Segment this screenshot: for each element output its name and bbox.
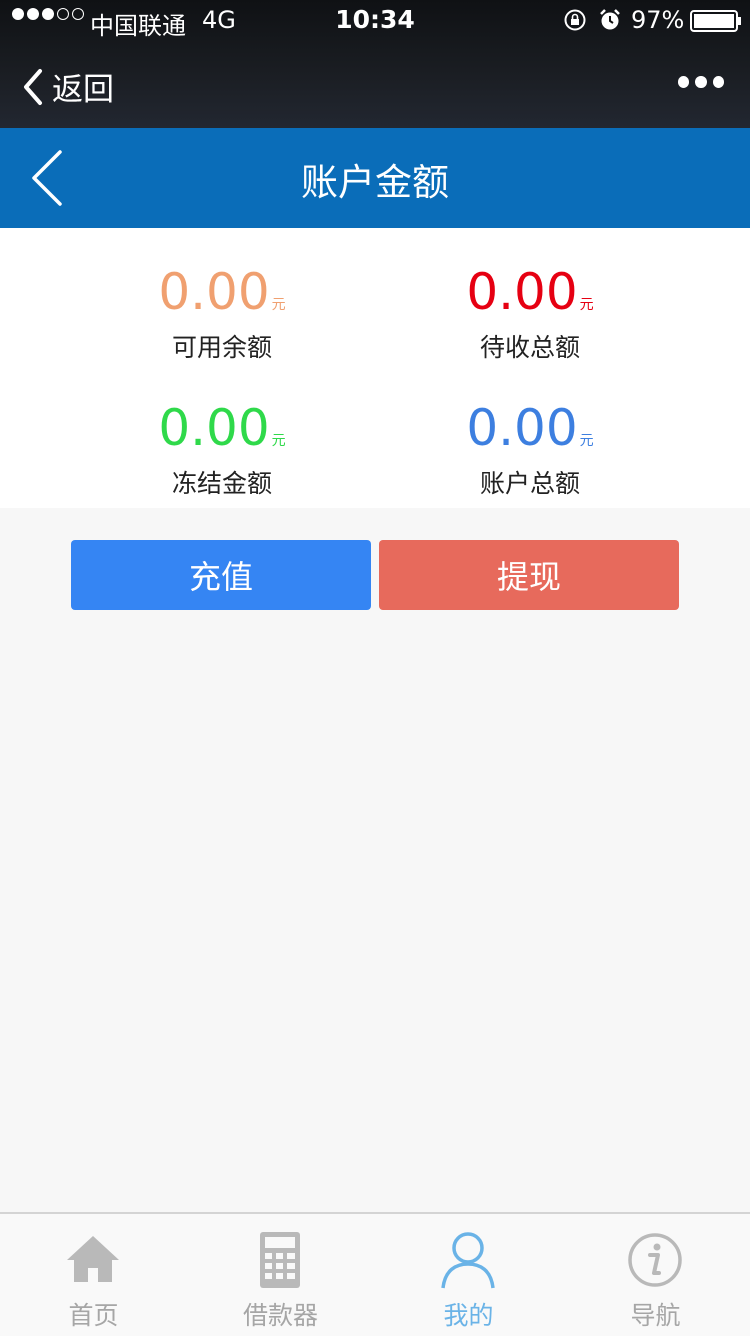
amount-unit: 元: [579, 433, 594, 449]
tab-home[interactable]: 首页: [0, 1214, 187, 1336]
status-bar: 中国联通 4G 10:34 97%: [0, 0, 750, 40]
wechat-back-button[interactable]: 返回: [22, 64, 114, 109]
page-header: 账户金额: [0, 128, 750, 228]
available-balance: 0.00 元 可用余额: [72, 262, 372, 364]
bottom-tab-bar: 首页 借款器 我的 导航: [0, 1212, 750, 1336]
battery-percentage: 97%: [631, 6, 685, 34]
account-total: 0.00 元 账户总额: [380, 398, 680, 500]
wechat-top-bar: 中国联通 4G 10:34 97% 返回: [0, 0, 750, 128]
more-options-button[interactable]: [678, 76, 724, 92]
tab-label: 导航: [630, 1301, 681, 1330]
chevron-left-icon: [24, 68, 42, 105]
wechat-back-label: 返回: [52, 72, 114, 108]
more-dot-icon: [712, 76, 724, 88]
tab-mine[interactable]: 我的: [375, 1214, 562, 1336]
page-title: 账户金额: [301, 161, 449, 204]
tab-navigation[interactable]: 导航: [562, 1214, 749, 1336]
tab-label: 我的: [443, 1301, 494, 1330]
amount-panel: 0.00 元 可用余额 0.00 元 待收总额 0.00 元 冻结金额 0.00 元 账…: [0, 228, 750, 508]
calculator-icon: [260, 1232, 300, 1288]
tab-calculator[interactable]: 借款器: [187, 1214, 374, 1336]
tab-label: 借款器: [242, 1301, 318, 1330]
amount-label: 账户总额: [479, 469, 580, 498]
amount-value: 0.00: [466, 263, 578, 321]
amount-label: 可用余额: [171, 333, 272, 362]
amount-label: 冻结金额: [171, 469, 272, 498]
amount-value: 0.00: [158, 263, 270, 321]
rotation-lock-icon: [564, 9, 586, 31]
battery-icon: [690, 10, 741, 32]
amount-unit: 元: [579, 297, 594, 313]
pending-total: 0.00 元 待收总额: [380, 262, 680, 364]
amount-unit: 元: [271, 297, 286, 313]
info-icon: [628, 1233, 682, 1287]
amount-value: 0.00: [466, 399, 578, 457]
amount-label: 待收总额: [479, 333, 580, 362]
home-icon: [67, 1236, 119, 1282]
user-icon: [441, 1232, 495, 1289]
amount-value: 0.00: [158, 399, 270, 457]
alarm-icon: [600, 9, 620, 30]
tab-label: 首页: [68, 1301, 119, 1330]
frozen-amount: 0.00 元 冻结金额: [72, 398, 372, 500]
withdraw-button[interactable]: 提现: [379, 540, 679, 610]
more-dot-icon: [695, 76, 707, 88]
recharge-button[interactable]: 充值: [71, 540, 371, 610]
amount-unit: 元: [271, 433, 286, 449]
more-dot-icon: [678, 76, 690, 88]
